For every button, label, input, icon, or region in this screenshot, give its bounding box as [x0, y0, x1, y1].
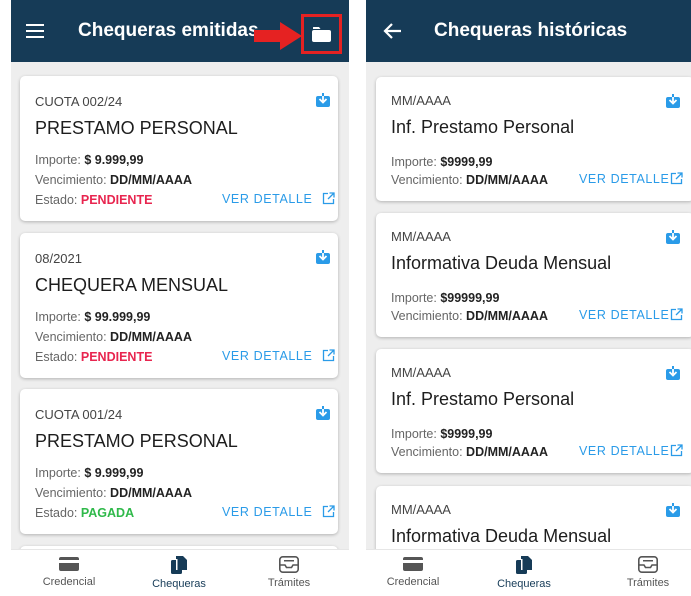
card-title: Informativa Deuda Mensual [391, 526, 612, 546]
status-badge: PENDIENTE [80, 350, 153, 364]
documents-icon [516, 556, 532, 574]
historic-folder-button[interactable] [301, 14, 342, 54]
inbox-icon [279, 556, 299, 573]
download-icon[interactable] [666, 230, 680, 244]
card-period: MM/AAAA [391, 502, 451, 517]
ver-detalle-link[interactable]: VER DETALLE [579, 172, 669, 186]
card-importe: Importe: $9999,99 [391, 427, 493, 441]
chequera-card[interactable]: CUOTA 001/24 PRESTAMO PERSONAL Importe: … [20, 389, 338, 534]
chequera-card[interactable]: CUOTA 002/24 PRESTAMO PERSONAL Importe: … [20, 76, 338, 221]
screen-chequeras-historicas: Chequeras históricas MM/AAAA Inf. Presta… [366, 0, 691, 596]
card-period: CUOTA 002/24 [35, 94, 123, 109]
card-vencimiento: Vencimiento: DD/MM/AAAA [391, 309, 548, 323]
download-icon[interactable] [316, 406, 330, 420]
card-vencimiento: Vencimiento: DD/MM/AAAA [35, 486, 192, 500]
ver-detalle-link[interactable]: VER DETALLE [579, 308, 669, 322]
ver-detalle-link[interactable]: VER DETALLE [222, 192, 312, 206]
nav-item-chequeras[interactable]: Chequeras [479, 556, 569, 590]
nav-item-tramites[interactable]: Trámites [603, 556, 691, 589]
card-vencimiento: Vencimiento: DD/MM/AAAA [35, 330, 192, 344]
nav-label: Trámites [267, 577, 311, 589]
card-importe: Importe: $99999,99 [391, 291, 500, 305]
card-title: Informativa Deuda Mensual [391, 253, 612, 273]
card-period: MM/AAAA [391, 229, 451, 244]
screen-chequeras-emitidas: Chequeras emitidas CUOTA 002/24 PRESTAMO… [11, 0, 349, 596]
nav-label: Credencial [386, 576, 440, 588]
card-vencimiento: Vencimiento: DD/MM/AAAA [391, 173, 548, 187]
documents-icon [171, 556, 187, 574]
card-period: MM/AAAA [391, 93, 451, 108]
external-link-icon[interactable] [322, 505, 335, 518]
inbox-icon [638, 556, 658, 573]
card-importe: Importe: $9999,99 [391, 155, 493, 169]
card-importe: Importe: $ 9.999,99 [35, 466, 144, 480]
nav-item-credencial[interactable]: Credencial [24, 556, 114, 588]
ver-detalle-link[interactable]: VER DETALLE [579, 444, 669, 458]
nav-label: Trámites [626, 577, 670, 589]
nav-item-chequeras[interactable]: Chequeras [134, 556, 224, 590]
download-icon[interactable] [666, 503, 680, 517]
historic-card[interactable]: MM/AAAA Inf. Prestamo Personal Importe: … [376, 77, 691, 201]
page-title: Chequeras históricas [434, 20, 628, 41]
nav-item-credencial[interactable]: Credencial [368, 556, 458, 588]
ver-detalle-link[interactable]: VER DETALLE [222, 505, 312, 519]
download-icon[interactable] [666, 94, 680, 108]
external-link-icon[interactable] [670, 444, 683, 457]
credit-card-icon [59, 557, 79, 571]
card-period: MM/AAAA [391, 365, 451, 380]
card-period: CUOTA 001/24 [35, 407, 123, 422]
nav-label: Chequeras [152, 578, 206, 590]
card-title: CHEQUERA MENSUAL [35, 275, 229, 295]
download-icon[interactable] [666, 366, 680, 380]
download-icon[interactable] [316, 250, 330, 264]
card-title: PRESTAMO PERSONAL [35, 431, 238, 451]
bottom-nav: Credencial Chequeras Trámites [11, 549, 349, 596]
page-title: Chequeras emitidas [78, 20, 259, 41]
external-link-icon[interactable] [322, 192, 335, 205]
nav-label: Chequeras [497, 578, 551, 590]
external-link-icon[interactable] [670, 308, 683, 321]
arrow-right-icon [254, 22, 302, 50]
card-importe: Importe: $ 99.999,99 [35, 310, 151, 324]
historic-card[interactable]: MM/AAAA Inf. Prestamo Personal Importe: … [376, 349, 691, 473]
card-period: 08/2021 [35, 251, 82, 266]
card-title: Inf. Prestamo Personal [391, 117, 575, 137]
nav-item-tramites[interactable]: Trámites [244, 556, 334, 589]
card-estado: Estado: PAGADA [35, 506, 135, 520]
card-estado: Estado: PENDIENTE [35, 193, 153, 207]
card-importe: Importe: $ 9.999,99 [35, 153, 144, 167]
bottom-nav: Credencial Chequeras Trámites [366, 549, 691, 596]
card-vencimiento: Vencimiento: DD/MM/AAAA [35, 173, 192, 187]
menu-icon[interactable] [26, 24, 44, 38]
download-icon[interactable] [316, 93, 330, 107]
card-title: PRESTAMO PERSONAL [35, 118, 238, 138]
folder-icon [312, 27, 331, 42]
back-arrow-icon[interactable] [382, 20, 404, 42]
card-estado: Estado: PENDIENTE [35, 350, 153, 364]
nav-label: Credencial [42, 576, 96, 588]
historic-card[interactable]: MM/AAAA Informativa Deuda Mensual Import… [376, 213, 691, 337]
app-bar: Chequeras emitidas [11, 0, 349, 62]
credit-card-icon [403, 557, 423, 571]
external-link-icon[interactable] [670, 172, 683, 185]
card-vencimiento: Vencimiento: DD/MM/AAAA [391, 445, 548, 459]
status-badge: PAGADA [80, 506, 135, 520]
status-badge: PENDIENTE [80, 193, 153, 207]
card-title: Inf. Prestamo Personal [391, 389, 575, 409]
external-link-icon[interactable] [322, 349, 335, 362]
chequera-card[interactable]: 08/2021 CHEQUERA MENSUAL Importe: $ 99.9… [20, 233, 338, 378]
ver-detalle-link[interactable]: VER DETALLE [222, 349, 312, 363]
app-bar: Chequeras históricas [366, 0, 691, 62]
